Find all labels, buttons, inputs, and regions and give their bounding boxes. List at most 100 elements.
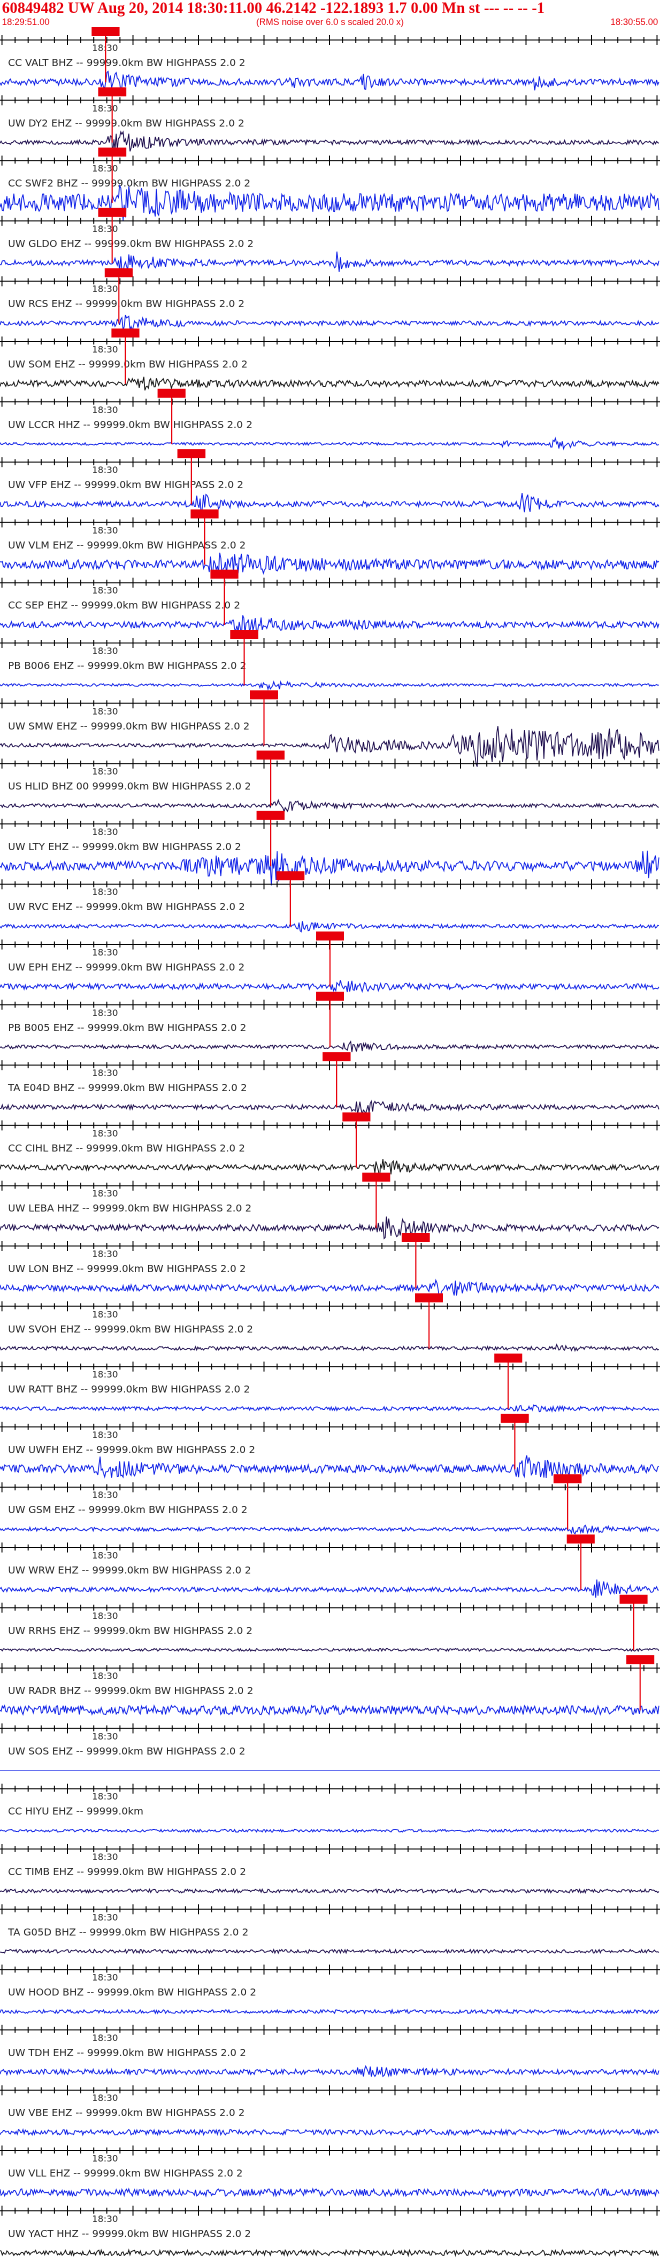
station-label: UW WRW EHZ -- 99999.0km BW HIGHPASS 2.0 …	[8, 1566, 251, 1577]
tick-label: 18:30	[92, 949, 118, 959]
waveform	[0, 251, 660, 274]
tick-label: 18:30	[92, 1793, 118, 1803]
waveform	[0, 2187, 660, 2198]
station-label: UW HOOD BHZ -- 99999.0km BW HIGHPASS 2.0…	[8, 1988, 256, 1999]
tick-label: 18:30	[92, 1069, 118, 1079]
pick-marker	[362, 1172, 391, 1182]
trace-panel: 18:30 UW SOS EHZ -- 99999.0km BW HIGHPASS…	[0, 1723, 660, 1771]
pick-marker	[619, 1594, 648, 1604]
station-label: UW SMW EHZ -- 99999.0km BW HIGHPASS 2.0 …	[8, 721, 250, 732]
station-label: CC VALT BHZ -- 99999.0km BW HIGHPASS 2.0…	[8, 58, 245, 69]
pick-marker	[104, 268, 133, 278]
trace-panel: 18:30 UW RRHS EHZ -- 99999.0km BW HIGHPAS…	[0, 1594, 660, 1653]
tick-label: 18:30	[92, 2215, 118, 2225]
tick-label: 18:30	[92, 707, 118, 717]
trace-panel: 18:30 UW GLDO EHZ -- 99999.0km BW HIGHPAS…	[0, 207, 660, 274]
station-label: UW DY2 EHZ -- 99999.0km BW HIGHPASS 2.0 …	[8, 118, 244, 129]
tick-label: 18:30	[92, 647, 118, 657]
trace-panel: 18:30 UW VBE EHZ -- 99999.0km BW HIGHPASS…	[0, 2085, 660, 2137]
trace-panel: 18:30 UW UWFH EHZ -- 99999.0km BW HIGHPAS…	[0, 1413, 660, 1479]
station-label: UW VFP EHZ -- 99999.0km BW HIGHPASS 2.0 …	[8, 480, 243, 491]
trace-panel: 18:30 UW LON BHZ -- 99999.0km BW HIGHPASS…	[0, 1233, 660, 1299]
trace-panel: 18:30 UW WRW EHZ -- 99999.0km BW HIGHPASS…	[0, 1534, 660, 1598]
waveform	[0, 2064, 660, 2078]
tick-label: 18:30	[92, 1913, 118, 1923]
trace-panel: 18:30 UW HOOD BHZ -- 99999.0km BW HIGHPAS…	[0, 1964, 660, 2015]
tick-label: 18:30	[92, 2094, 118, 2104]
trace-panel: 18:30 PB B006 EHZ -- 99999.0km BW HIGHPAS…	[0, 630, 660, 691]
waveform	[0, 2008, 660, 2015]
station-label: TA G05D BHZ -- 99999.0km BW HIGHPASS 2.0…	[7, 1927, 248, 1938]
waveform	[0, 2248, 660, 2258]
pick-marker	[316, 991, 344, 1001]
station-label: PB B005 EHZ -- 99999.0km BW HIGHPASS 2.0…	[8, 1023, 246, 1034]
trace-panel: 18:30 UW VLM EHZ -- 99999.0km BW HIGHPASS…	[0, 509, 660, 576]
pick-marker	[98, 147, 127, 157]
trace-panel: 18:30 UW SVOH EHZ -- 99999.0km BW HIGHPAS…	[0, 1293, 660, 1353]
waveform	[0, 376, 660, 391]
station-label: UW EPH EHZ -- 99999.0km BW HIGHPASS 2.0 …	[8, 963, 245, 974]
station-label: UW YACT HHZ -- 99999.0km BW HIGHPASS 2.0…	[8, 2229, 251, 2240]
tick-label: 18:30	[92, 1431, 118, 1441]
pick-marker	[177, 449, 206, 459]
tick-label: 18:30	[92, 225, 118, 235]
pick-marker	[276, 871, 305, 881]
trace-panel: 18:30 UW RVC EHZ -- 99999.0km BW HIGHPASS…	[0, 871, 660, 933]
station-label: UW GSM EHZ -- 99999.0km BW HIGHPASS 2.0 …	[8, 1505, 247, 1516]
waveform	[0, 1948, 660, 1955]
trace-panel: 18:30 TA E04D BHZ -- 99999.0km BW HIGHPAS…	[0, 1052, 660, 1116]
station-label: UW LCCR HHZ -- 99999.0km BW HIGHPASS 2.0…	[8, 420, 252, 431]
waveform	[0, 1579, 659, 1598]
station-label: CC SEP EHZ -- 99999.0km BW HIGHPASS 2.0 …	[8, 601, 240, 612]
pick-marker	[553, 1474, 582, 1484]
trace-panel: 18:30 TA G05D BHZ -- 99999.0km BW HIGHPAS…	[0, 1904, 660, 1955]
trace-panel: 18:30 UW EPH EHZ -- 99999.0km BW HIGHPASS…	[0, 931, 660, 994]
tick-label: 18:30	[92, 466, 118, 476]
pick-marker	[98, 207, 127, 217]
trace-panel: 18:30 UW VFP EHZ -- 99999.0km BW HIGHPASS…	[0, 449, 660, 517]
trace-panel: 18:30 CC CIHL BHZ -- 99999.0km BW HIGHPAS…	[0, 1112, 660, 1179]
trace-panel: 18:30 UW TDH EHZ -- 99999.0km BW HIGHPASS…	[0, 2024, 660, 2078]
pick-marker	[111, 328, 140, 338]
tick-label: 18:30	[92, 526, 118, 536]
pick-marker	[157, 388, 186, 398]
waveform	[0, 1704, 660, 1716]
station-label: UW GLDO EHZ -- 99999.0km BW HIGHPASS 2.0…	[8, 239, 254, 250]
station-label: UW UWFH EHZ -- 99999.0km BW HIGHPASS 2.0…	[8, 1445, 255, 1456]
waveform	[0, 1216, 660, 1240]
trace-panel: 18:30 UW RCS EHZ -- 99999.0km BW HIGHPASS…	[0, 268, 660, 332]
pick-marker	[401, 1233, 430, 1242]
pick-marker	[190, 509, 219, 519]
tick-label: 18:30	[92, 587, 118, 597]
pick-marker	[256, 750, 285, 760]
trace-panel: 18:30 UW SOM EHZ -- 99999.0km BW HIGHPASS…	[0, 328, 660, 391]
tick-label: 18:30	[92, 2155, 118, 2165]
seismogram-plot: 18:30 CC VALT BHZ -- 99999.0km BW HIGHPAS…	[0, 27, 660, 2258]
trace-panel: 18:30 UW GSM EHZ -- 99999.0km BW HIGHPASS…	[0, 1474, 660, 1535]
trace-panel: 18:30 UW LEBA HHZ -- 99999.0km BW HIGHPAS…	[0, 1172, 660, 1240]
tick-label: 18:30	[92, 828, 118, 838]
station-label: UW SOS EHZ -- 99999.0km BW HIGHPASS 2.0 …	[8, 1746, 245, 1757]
waveform	[0, 921, 660, 933]
pick-marker	[250, 690, 278, 700]
pick-marker	[342, 1112, 371, 1122]
tick-label: 18:30	[92, 165, 118, 175]
tick-label: 18:30	[92, 1853, 118, 1863]
station-label: UW VLM EHZ -- 99999.0km BW HIGHPASS 2.0 …	[8, 540, 246, 551]
station-label: CC TIMB EHZ -- 99999.0km BW HIGHPASS 2.0…	[8, 1867, 246, 1878]
waveform	[0, 1343, 660, 1353]
station-label: PB B006 EHZ -- 99999.0km BW HIGHPASS 2.0…	[8, 661, 246, 672]
pick-marker	[566, 1534, 595, 1544]
trace-panel: 18:30 PB B005 EHZ -- 99999.0km BW HIGHPAS…	[0, 991, 660, 1053]
station-label: US HLID BHZ 00 99999.0km BW HIGHPASS 2.0…	[8, 782, 251, 793]
trace-panel: 18:30 UW LCCR HHZ -- 99999.0km BW HIGHPAS…	[0, 388, 660, 451]
tick-label: 18:30	[92, 1310, 118, 1320]
station-label: TA E04D BHZ -- 99999.0km BW HIGHPASS 2.0…	[7, 1083, 247, 1094]
pick-marker	[230, 630, 259, 639]
trace-panel: 18:30 CC HIYU EHZ -- 99999.0km	[0, 1783, 660, 1833]
pick-marker	[316, 931, 344, 941]
station-label: UW LON BHZ -- 99999.0km BW HIGHPASS 2.0 …	[8, 1264, 246, 1275]
trace-panel: 18:30 UW LTY EHZ -- 99999.0km BW HIGHPASS…	[0, 810, 660, 886]
tick-label: 18:30	[92, 768, 118, 778]
waveform	[0, 493, 660, 517]
